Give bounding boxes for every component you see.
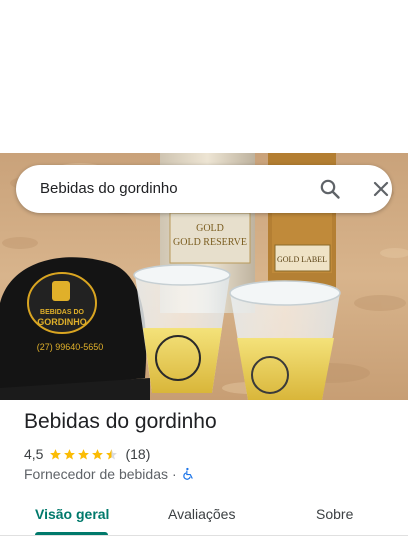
tab-reviews[interactable]: Avaliações: [168, 506, 235, 522]
category-label[interactable]: Fornecedor de bebidas: [24, 466, 168, 482]
svg-text:(27) 99640-5650: (27) 99640-5650: [37, 342, 104, 352]
star-icon: [78, 448, 90, 459]
place-title: Bebidas do gordinho: [24, 410, 217, 433]
tab-about[interactable]: Sobre: [316, 506, 353, 522]
black-cap: BEBIDAS DO GORDINHO (27) 99640-5650: [0, 257, 150, 400]
review-count[interactable]: (18): [125, 446, 150, 462]
svg-text:GOLD RESERVE: GOLD RESERVE: [173, 237, 247, 248]
wheelchair-accessible-icon: [182, 467, 193, 480]
place-tabs: Visão geral Avaliações Sobre: [0, 490, 408, 542]
close-icon[interactable]: [369, 177, 393, 201]
separator-dot: ·: [172, 466, 177, 482]
rating-row[interactable]: 4,5 (18): [24, 445, 150, 463]
svg-text:BEBIDAS DO: BEBIDAS DO: [40, 309, 85, 316]
search-icon[interactable]: [318, 177, 342, 201]
search-bar[interactable]: Bebidas do gordinho: [16, 165, 392, 213]
half-star-icon: [106, 448, 118, 459]
rating-value: 4,5: [24, 446, 44, 462]
beer-cup-right: [229, 280, 341, 400]
star-icon: [50, 448, 62, 459]
star-icon: [64, 448, 76, 459]
category-row: Fornecedor de bebidas ·: [24, 465, 195, 483]
tab-overview[interactable]: Visão geral: [35, 506, 109, 522]
star-rating: [49, 448, 119, 461]
blank-header-area: [0, 0, 408, 153]
svg-text:GOLD LABEL: GOLD LABEL: [277, 255, 327, 264]
svg-text:GOLD: GOLD: [196, 223, 224, 234]
star-icon: [92, 448, 104, 459]
svg-text:GORDINHO: GORDINHO: [37, 317, 87, 327]
tabs-divider: [0, 535, 408, 536]
search-input[interactable]: Bebidas do gordinho: [40, 180, 178, 197]
